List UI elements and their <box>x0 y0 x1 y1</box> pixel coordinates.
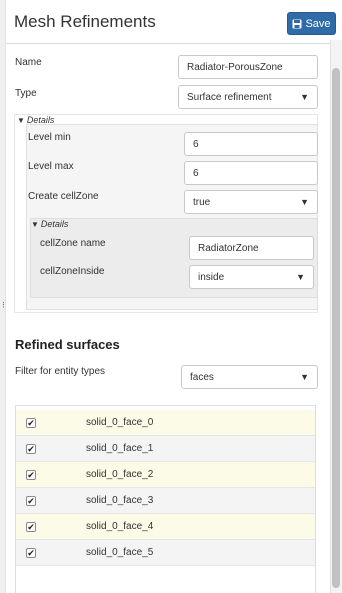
create-cellzone-select[interactable]: true ▼ <box>184 190 318 214</box>
list-item[interactable]: ✔ solid_0_face_1 <box>16 436 315 462</box>
list-item-label: solid_0_face_0 <box>86 417 154 428</box>
checkbox[interactable]: ✔ <box>26 418 36 428</box>
name-input[interactable]: Radiator-PorousZone <box>178 55 318 79</box>
filter-label: Filter for entity types <box>15 366 106 377</box>
list-item[interactable]: ✔ solid_0_face_2 <box>16 462 315 488</box>
panel-title: Mesh Refinements <box>14 12 156 31</box>
triangle-down-icon: ▼ <box>17 115 25 125</box>
save-button-label: Save <box>305 17 331 30</box>
entity-type-filter-value: faces <box>190 371 214 383</box>
inner-details-label: Details <box>40 219 69 229</box>
list-item-label: solid_0_face_2 <box>86 469 154 480</box>
checkbox[interactable]: ✔ <box>26 444 36 454</box>
floppy-disk-icon <box>292 19 302 28</box>
panel-header: Mesh Refinements Save <box>6 0 342 44</box>
list-item-label: solid_0_face_4 <box>86 521 154 532</box>
cellzone-inside-value: inside <box>198 271 225 283</box>
level-min-label: Level min <box>28 132 71 143</box>
drag-handle-icon[interactable]: ⁝ <box>2 300 5 311</box>
checkbox[interactable]: ✔ <box>26 522 36 532</box>
create-cellzone-label: Create cellZone <box>28 191 99 202</box>
cellzone-name-label: cellZone name <box>40 238 106 249</box>
triangle-down-icon: ▼ <box>31 219 39 229</box>
list-item-label: solid_0_face_5 <box>86 547 154 558</box>
name-label: Name <box>15 57 42 68</box>
cellzone-name-input[interactable]: RadiatorZone <box>189 236 314 260</box>
create-cellzone-value: true <box>193 196 211 208</box>
scrollbar-thumb[interactable] <box>332 68 340 588</box>
list-item[interactable]: ✔ solid_0_face_0 <box>16 410 315 436</box>
type-label: Type <box>15 88 37 99</box>
level-max-input[interactable]: 6 <box>184 161 318 185</box>
cellzone-inside-select[interactable]: inside ▼ <box>189 265 314 289</box>
checkbox[interactable]: ✔ <box>26 496 36 506</box>
checkbox[interactable]: ✔ <box>26 548 36 558</box>
level-max-label: Level max <box>28 161 74 172</box>
type-select-value: Surface refinement <box>187 91 272 103</box>
list-item-label: solid_0_face_1 <box>86 443 154 454</box>
cellzone-inside-label: cellZoneInside <box>40 266 105 277</box>
list-item-label: solid_0_face_3 <box>86 495 154 506</box>
left-panel-edge: ⁝ <box>0 0 6 593</box>
save-button[interactable]: Save <box>287 12 336 35</box>
refined-surfaces-title: Refined surfaces <box>15 337 120 352</box>
chevron-down-icon: ▼ <box>296 272 305 282</box>
chevron-down-icon: ▼ <box>300 197 309 207</box>
checkbox[interactable]: ✔ <box>26 470 36 480</box>
inner-details-toggle[interactable]: ▼ Details <box>31 219 68 229</box>
type-select[interactable]: Surface refinement ▼ <box>178 85 318 109</box>
level-min-input[interactable]: 6 <box>184 132 318 156</box>
chevron-down-icon: ▼ <box>300 92 309 102</box>
surface-list: ✔ solid_0_face_0 ✔ solid_0_face_1 ✔ soli… <box>15 405 316 593</box>
chevron-down-icon: ▼ <box>300 372 309 382</box>
list-item[interactable]: ✔ solid_0_face_4 <box>16 514 315 540</box>
entity-type-filter-select[interactable]: faces ▼ <box>181 365 318 389</box>
list-item[interactable]: ✔ solid_0_face_5 <box>16 540 315 566</box>
list-item[interactable]: ✔ solid_0_face_3 <box>16 488 315 514</box>
